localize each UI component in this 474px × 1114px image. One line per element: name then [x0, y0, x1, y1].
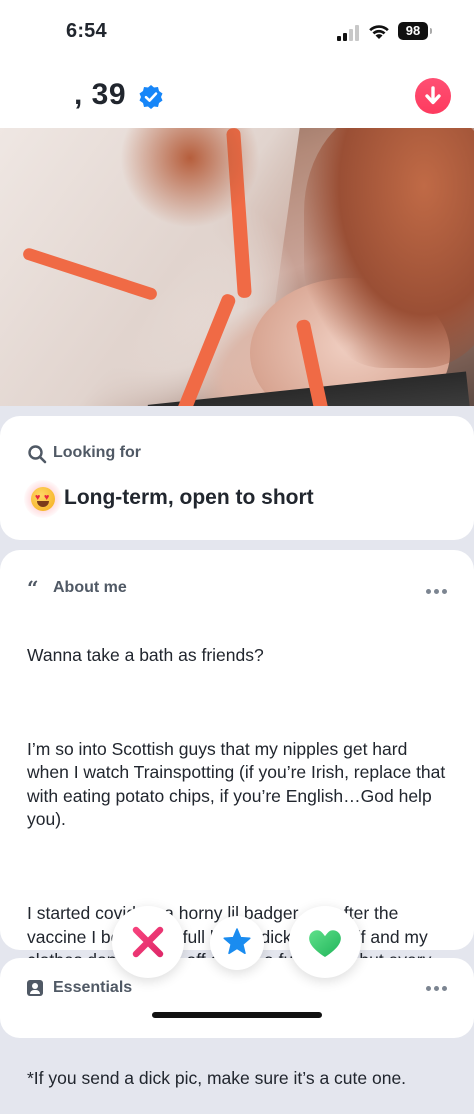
looking-for-value: Long-term, open to short: [64, 486, 314, 509]
bio-paragraph: *If you send a dick pic, make sure it’s …: [27, 1067, 407, 1088]
essentials-icon: [27, 980, 43, 996]
looking-for-label: Looking for: [53, 444, 141, 461]
star-icon: [223, 928, 251, 955]
profile-name-age: , 39: [74, 78, 127, 111]
more-icon[interactable]: [426, 983, 448, 993]
status-bar: 6:54 98: [0, 0, 474, 62]
heart-eyes-icon: ♥ ♥: [31, 487, 55, 511]
more-icon[interactable]: [426, 586, 448, 596]
x-icon: [132, 926, 164, 958]
about-me-card: “ About me Wanna take a bath as friends?…: [0, 550, 474, 1088]
cellular-signal-icon: [337, 25, 359, 41]
essentials-card: Essentials: [0, 958, 474, 1038]
photo-region-hair: [304, 128, 474, 368]
profile-header: , 39: [0, 62, 474, 128]
super-like-button[interactable]: [210, 916, 264, 970]
wifi-icon: [369, 25, 389, 39]
about-me-label: About me: [53, 579, 127, 596]
quote-icon: “: [27, 576, 39, 600]
bio-text: Wanna take a bath as friends? I’m so int…: [27, 620, 447, 1114]
essentials-label: Essentials: [53, 979, 133, 996]
status-time: 6:54: [66, 20, 107, 42]
verified-badge-icon: [139, 85, 163, 109]
nope-button[interactable]: [112, 906, 184, 978]
bio-paragraph: Wanna take a bath as friends?: [27, 644, 264, 665]
bio-paragraph: I’m so into Scottish guys that my nipple…: [27, 738, 446, 830]
battery-indicator: 98: [398, 22, 432, 40]
search-icon: [28, 445, 47, 464]
heart-icon: [309, 930, 341, 957]
like-button[interactable]: [289, 906, 361, 978]
profile-photo[interactable]: [0, 128, 474, 406]
looking-for-card: Looking for ♥ ♥ Long-term, open to short: [0, 416, 474, 540]
home-indicator: [152, 1012, 322, 1018]
collapse-profile-button[interactable]: [415, 78, 451, 114]
arrow-down-icon: [425, 86, 441, 105]
